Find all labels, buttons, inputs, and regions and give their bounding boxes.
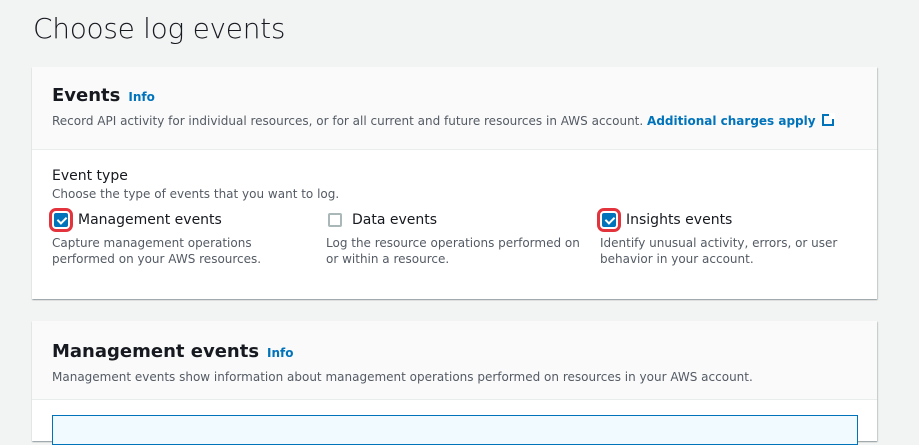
management-events-label[interactable]: Management events: [78, 212, 222, 228]
data-events-label[interactable]: Data events: [352, 212, 437, 228]
page-title: Choose log events: [33, 12, 286, 45]
management-title: Management events: [52, 341, 260, 362]
management-events-checkbox[interactable]: [49, 208, 73, 232]
management-info-link[interactable]: Info: [267, 346, 293, 360]
event-type-description: Choose the type of events that you want …: [52, 187, 340, 201]
additional-charges-label: Additional charges apply: [647, 114, 816, 128]
management-events-description: Capture management operations performed …: [52, 236, 262, 266]
events-description-text: Record API activity for individual resou…: [52, 114, 644, 128]
events-info-link[interactable]: Info: [128, 90, 154, 104]
events-panel: Events Info Record API activity for indiv…: [32, 67, 877, 299]
option-data-events: Data events Log the resource operations …: [326, 209, 586, 267]
management-header: Management events Info Management events …: [32, 321, 877, 400]
data-events-description: Log the resource operations performed on…: [326, 236, 580, 266]
events-description: Record API activity for individual resou…: [52, 113, 857, 128]
management-description: Management events show information about…: [52, 370, 753, 384]
insights-events-checkbox[interactable]: [597, 208, 621, 232]
insights-events-description: Identify unusual activity, errors, or us…: [600, 236, 838, 266]
management-option-tile[interactable]: [52, 415, 858, 445]
additional-charges-link[interactable]: Additional charges apply: [647, 113, 835, 128]
insights-events-label[interactable]: Insights events: [626, 212, 732, 228]
option-management-events: Management events Capture management ope…: [49, 208, 312, 267]
management-events-panel: Management events Info Management events …: [32, 321, 877, 445]
events-title: Events: [52, 85, 121, 106]
external-link-icon: [821, 113, 835, 126]
data-events-checkbox[interactable]: [328, 213, 342, 227]
option-insights-events: Insights events Identify unusual activit…: [597, 208, 860, 267]
event-type-label: Event type: [52, 168, 128, 184]
events-header: Events Info Record API activity for indiv…: [32, 67, 877, 150]
